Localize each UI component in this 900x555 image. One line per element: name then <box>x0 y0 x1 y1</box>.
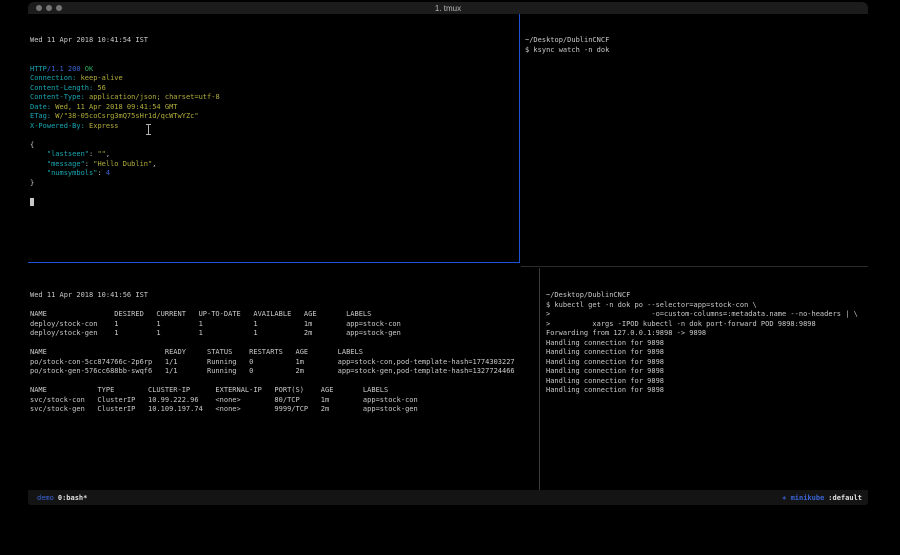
pane-ksync[interactable]: ~/Desktop/DublinCNCF$ ksync watch -n dok <box>521 14 868 267</box>
window-title: 1. tmux <box>28 4 868 13</box>
pane-http-response[interactable]: Wed 11 Apr 2018 10:41:54 IST​​HTTP/1.1 2… <box>28 14 520 263</box>
tmux-status-bar: demo 0:bash* ⎈ minikube:default <box>28 490 868 505</box>
terminal-output-ksync: ~/Desktop/DublinCNCF$ ksync watch -n dok <box>525 36 868 55</box>
terminal-output-kubectl: Wed 11 Apr 2018 10:41:56 IST​NAME DESIRE… <box>30 291 539 415</box>
desktop: 1. tmux Wed 11 Apr 2018 10:41:54 IST​​HT… <box>0 0 900 555</box>
kube-context: minikube <box>791 494 825 502</box>
window-tab-bash[interactable]: 0:bash* <box>58 494 88 502</box>
window-titlebar[interactable]: 1. tmux <box>28 2 868 14</box>
kubernetes-helm-icon: ⎈ <box>782 494 786 502</box>
pane-port-forward[interactable]: ~/Desktop/DublinCNCF$ kubectl get -n dok… <box>541 268 868 490</box>
mouse-text-cursor <box>145 124 152 135</box>
terminal-output-http: Wed 11 Apr 2018 10:41:54 IST​​HTTP/1.1 2… <box>30 36 519 207</box>
kube-namespace: :default <box>828 494 862 502</box>
status-right: ⎈ minikube:default <box>782 494 862 502</box>
session-name: demo <box>37 494 54 502</box>
pane-kubectl-get[interactable]: Wed 11 Apr 2018 10:41:56 IST​NAME DESIRE… <box>28 268 540 490</box>
terminal-window: 1. tmux Wed 11 Apr 2018 10:41:54 IST​​HT… <box>28 2 868 505</box>
status-left: demo 0:bash* <box>37 494 87 502</box>
terminal-output-portforward: ~/Desktop/DublinCNCF$ kubectl get -n dok… <box>546 291 868 396</box>
